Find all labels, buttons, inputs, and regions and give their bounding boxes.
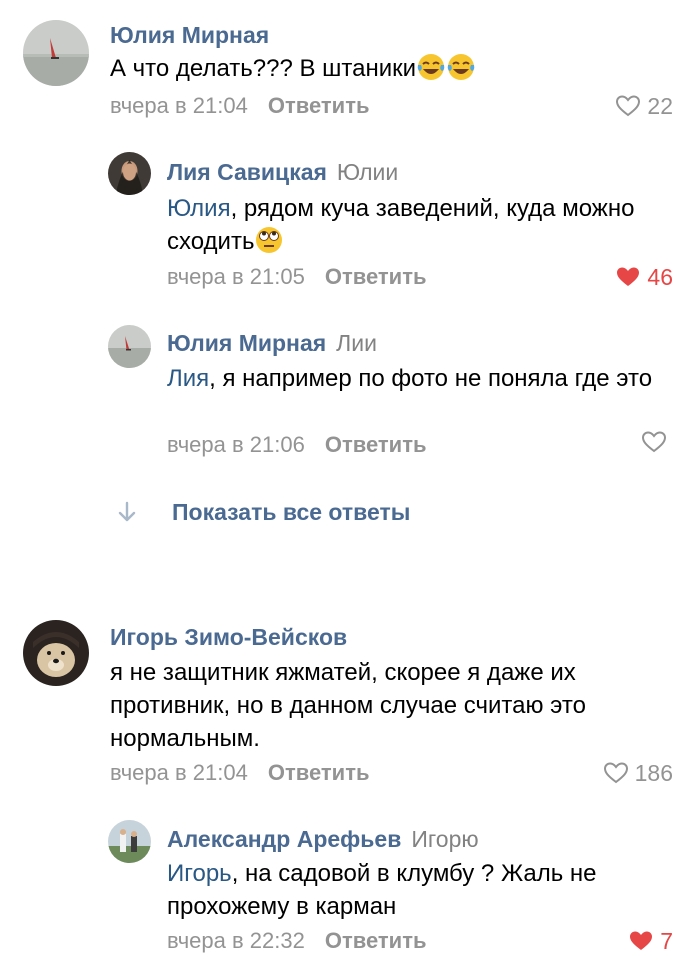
avatar[interactable]: [23, 620, 89, 686]
heart-icon: [617, 267, 640, 286]
reply-button[interactable]: Ответить: [268, 93, 370, 118]
show-all-replies-button[interactable]: Показать все ответы: [116, 497, 410, 527]
heart-icon: [630, 931, 653, 950]
tears-of-joy-emoji: [416, 52, 446, 82]
like-button[interactable]: 46: [615, 262, 673, 292]
reply-to-label[interactable]: Юлии: [337, 159, 398, 185]
show-all-replies-label: Показать все ответы: [172, 499, 411, 525]
comment-text: Юлия, рядом куча заведений, куда можно с…: [167, 195, 635, 255]
avatar[interactable]: [108, 820, 151, 863]
reply-button[interactable]: Ответить: [325, 264, 427, 289]
comment-text: Игорь, на садовой в клумбу ? Жаль не про…: [167, 860, 597, 920]
avatar[interactable]: [108, 152, 151, 195]
like-button[interactable]: 7: [628, 926, 673, 956]
mention-link[interactable]: Юлия: [167, 195, 231, 222]
comment-text: я не защитник яжматей, скорее я даже их …: [110, 659, 586, 752]
heart-icon: [616, 95, 641, 117]
reply-to-label[interactable]: Лии: [336, 330, 377, 356]
author-name[interactable]: Юлия Мирная: [110, 22, 269, 48]
reply-button[interactable]: Ответить: [325, 432, 427, 457]
like-count: 7: [660, 928, 673, 954]
comment-time: вчера в 21:04: [110, 760, 248, 785]
comment-text: Лия, я например по фото не поняла где эт…: [167, 365, 653, 392]
author-name[interactable]: Юлия Мирная: [167, 330, 326, 356]
like-button[interactable]: 186: [603, 758, 673, 788]
author-name[interactable]: Игорь Зимо-Вейсков: [110, 624, 347, 650]
tears-of-joy-emoji: [446, 52, 476, 82]
like-button[interactable]: [641, 430, 673, 454]
heart-icon: [641, 431, 667, 453]
author-name[interactable]: Лия Савицкая: [167, 159, 327, 185]
reply-button[interactable]: Ответить: [268, 760, 370, 785]
author-name[interactable]: Александр Арефьев: [167, 826, 401, 852]
avatar[interactable]: [108, 325, 151, 368]
mention-link[interactable]: Лия: [167, 365, 209, 392]
comment-text: А что делать??? В штаники: [110, 52, 650, 85]
comment-time: вчера в 22:32: [167, 928, 305, 953]
comment-time: вчера в 21:04: [110, 93, 248, 118]
like-count: 186: [634, 760, 673, 786]
comment-time: вчера в 21:05: [167, 264, 305, 289]
reply-button[interactable]: Ответить: [325, 928, 427, 953]
mention-link[interactable]: Игорь: [167, 860, 232, 887]
like-button[interactable]: 22: [615, 91, 673, 121]
avatar[interactable]: [23, 20, 89, 86]
like-count: 46: [647, 264, 673, 290]
heart-icon: [603, 762, 628, 784]
reply-to-label[interactable]: Игорю: [411, 826, 478, 852]
arrow-down-icon: [118, 501, 136, 522]
eye-roll-emoji: [254, 225, 284, 255]
like-count: 22: [647, 93, 673, 119]
comment-time: вчера в 21:06: [167, 432, 305, 457]
